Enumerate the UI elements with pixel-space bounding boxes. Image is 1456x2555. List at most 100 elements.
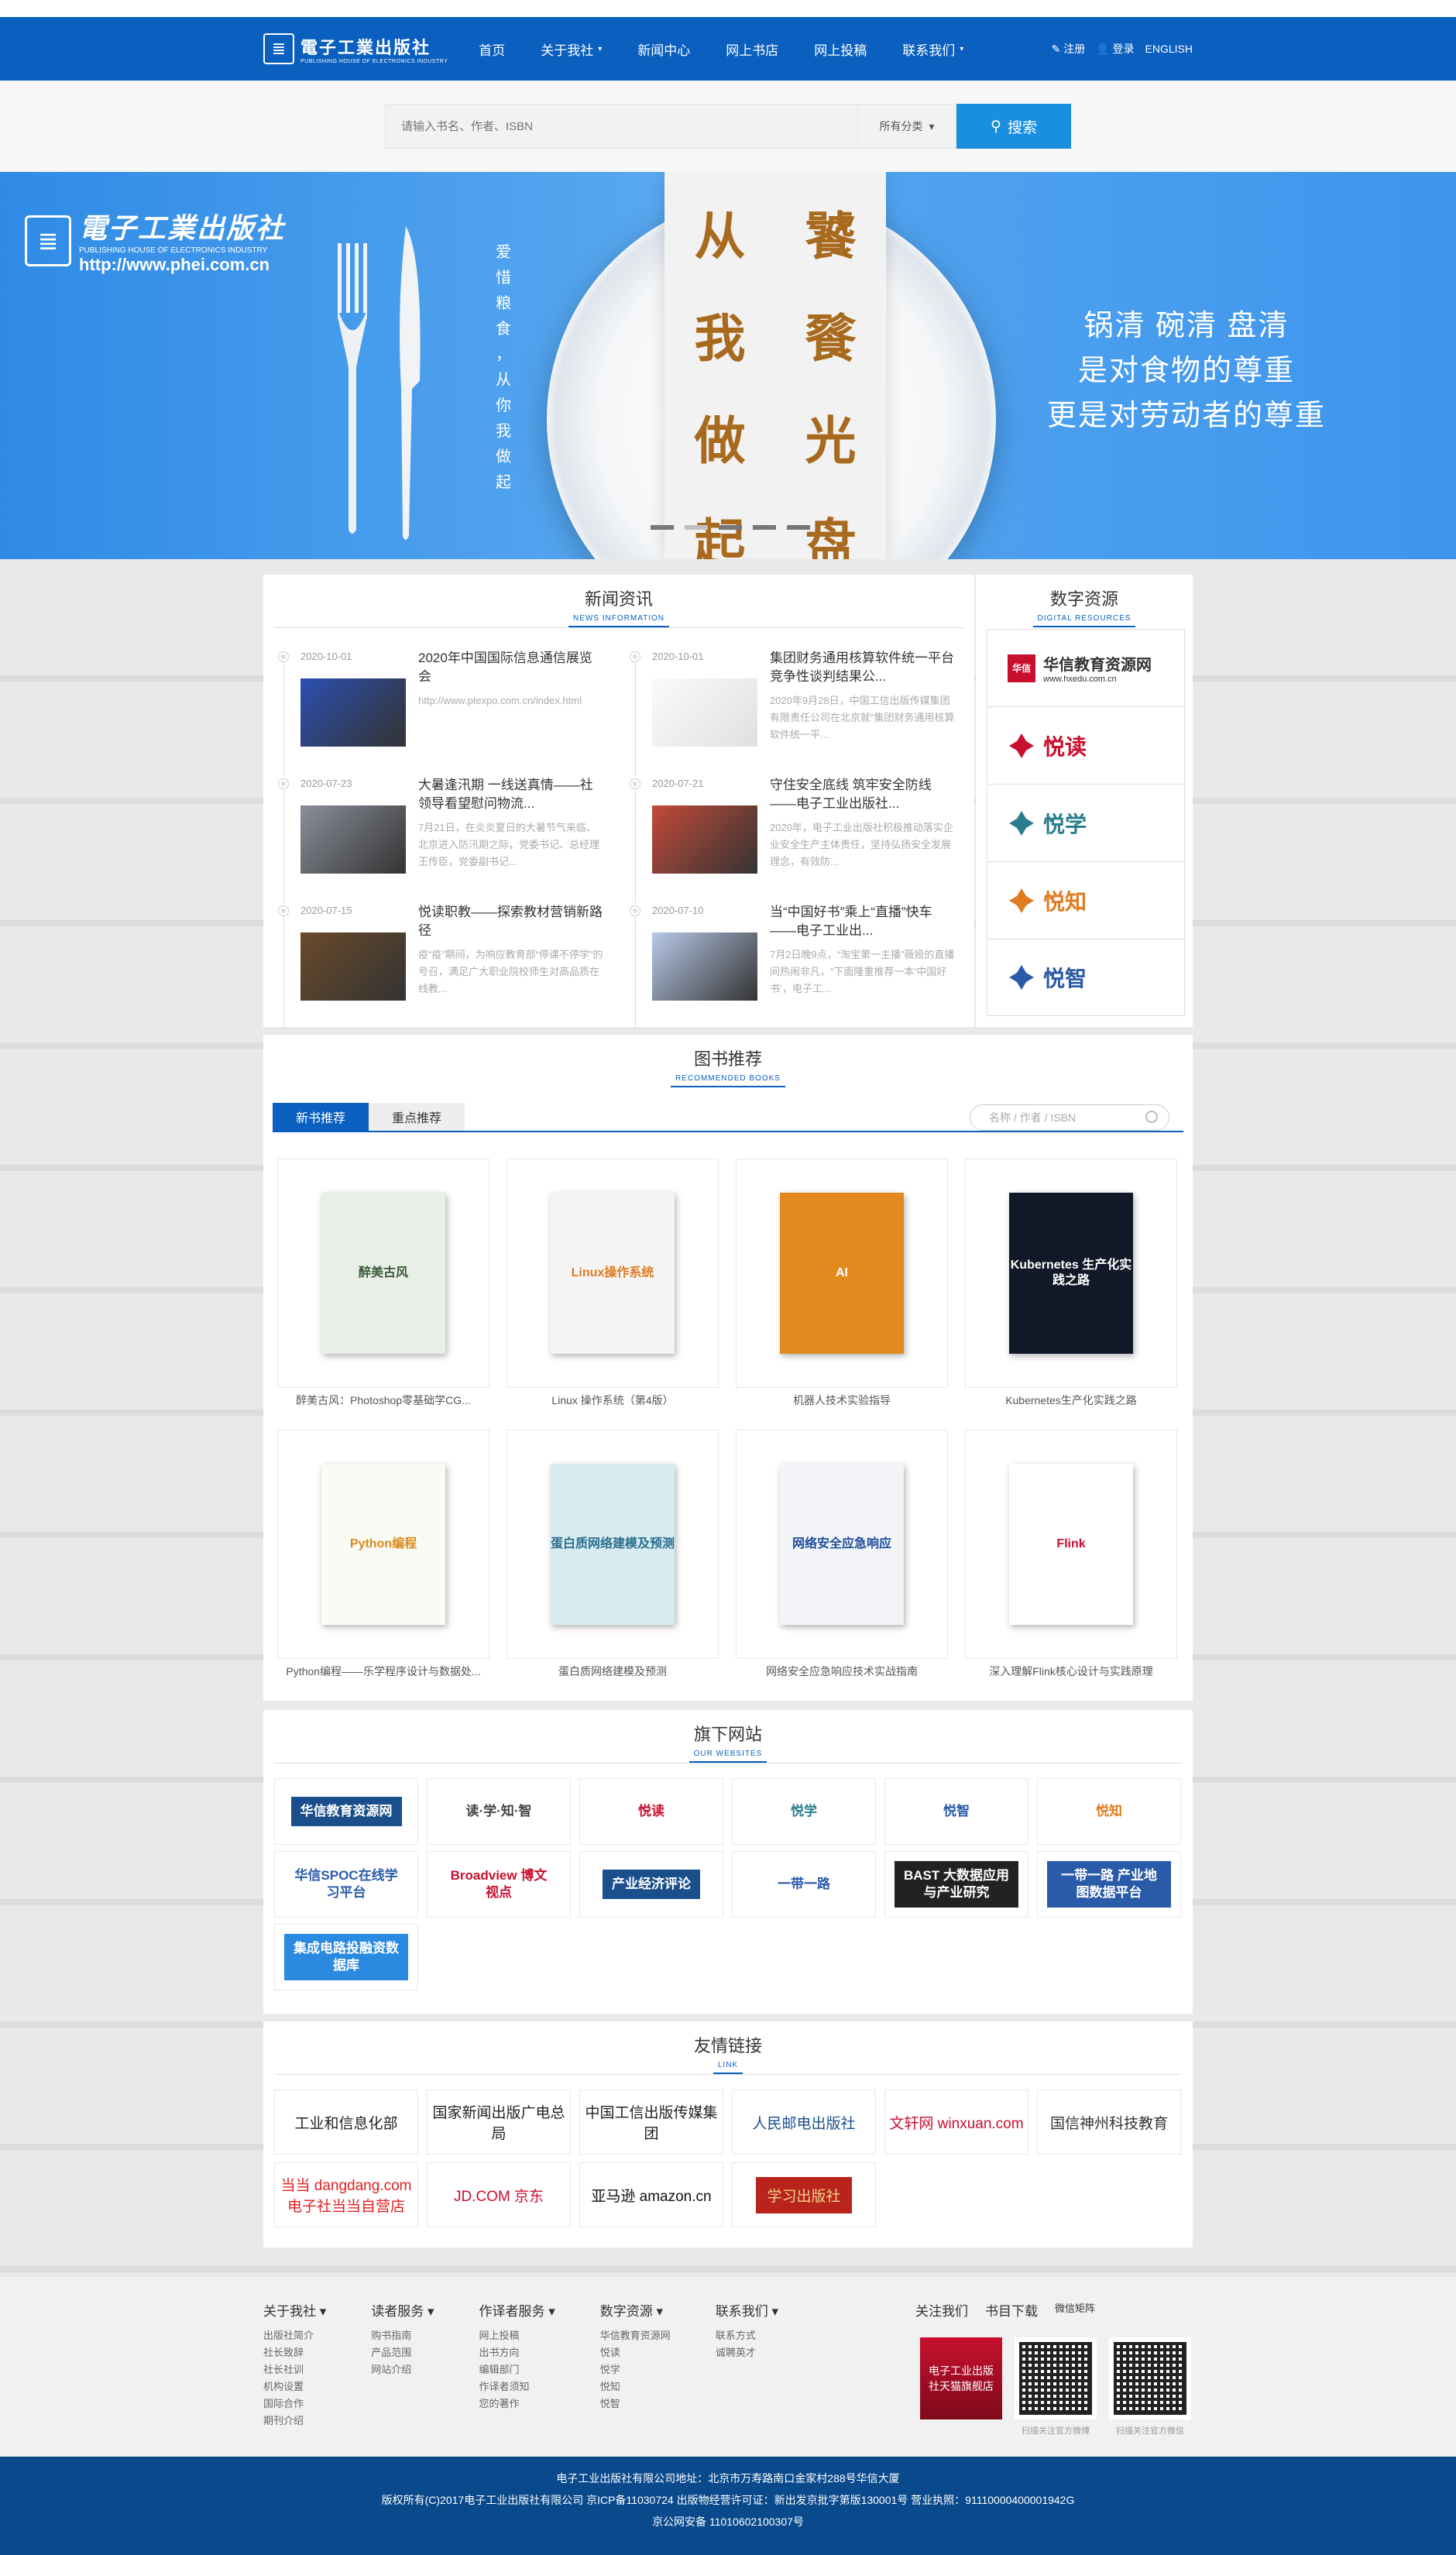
footer-link[interactable]: 网站介绍 — [371, 2361, 434, 2378]
slide-dot[interactable] — [719, 525, 742, 530]
news-thumbnail[interactable] — [652, 805, 757, 874]
book-title[interactable]: Linux 操作系统（第4版） — [507, 1388, 719, 1413]
site-link[interactable]: 读·学·知·智 — [427, 1778, 571, 1845]
footer-link[interactable]: 诚聘英才 — [716, 2344, 778, 2361]
footer-link[interactable]: 编辑部门 — [479, 2361, 555, 2378]
news-thumbnail[interactable] — [300, 805, 406, 874]
book-card[interactable]: Python编程 Python编程——乐学程序设计与数据处... — [277, 1430, 489, 1684]
digital-item[interactable]: 悦读 — [987, 706, 1185, 784]
book-title[interactable]: 醉美古风：Photoshop零基础学CG... — [277, 1388, 489, 1413]
book-card[interactable]: Linux操作系统 Linux 操作系统（第4版） — [507, 1159, 719, 1413]
nav-item-4[interactable]: 网上投稿 — [814, 39, 867, 59]
friend-link[interactable]: 国家新闻出版广电总局 — [427, 2090, 571, 2155]
book-card[interactable]: Flink 深入理解Flink核心设计与实践原理 — [965, 1430, 1177, 1684]
footer-link[interactable]: 悦学 — [600, 2361, 671, 2378]
nav-item-1[interactable]: 关于我社 ▾ — [541, 39, 602, 59]
footer-column-title[interactable]: 数字资源 ▾ — [600, 2300, 671, 2320]
news-item[interactable]: 2020-10-01 集团财务通用核算软件统一平台竞争性谈判结果公... 2020年… — [629, 649, 956, 776]
news-thumbnail[interactable] — [652, 678, 757, 747]
book-cover[interactable]: 网络安全应急响应 — [780, 1464, 904, 1625]
book-cover[interactable]: Python编程 — [321, 1464, 445, 1625]
news-title[interactable]: 集团财务通用核算软件统一平台竞争性谈判结果公... — [770, 649, 956, 686]
digital-item[interactable]: 悦知 — [987, 861, 1185, 939]
footer-column-title[interactable]: 作译者服务 ▾ — [479, 2300, 555, 2320]
friend-link[interactable]: 工业和信息化部 — [274, 2090, 418, 2155]
site-link[interactable]: 悦智 — [884, 1778, 1028, 1845]
site-link[interactable]: BAST 大数据应用与产业研究 — [884, 1851, 1028, 1918]
book-cover[interactable]: Linux操作系统 — [551, 1193, 675, 1354]
friend-link[interactable]: 文轩网 winxuan.com — [884, 2090, 1028, 2155]
slide-dot[interactable] — [753, 525, 776, 530]
book-card[interactable]: 醉美古风 醉美古风：Photoshop零基础学CG... — [277, 1159, 489, 1413]
site-link[interactable]: 一带一路 产业地图数据平台 — [1037, 1851, 1181, 1918]
footer-link[interactable]: 网上投稿 — [479, 2327, 555, 2344]
news-item[interactable]: 2020-07-15 悦读职教——探索教材营销新路径 疫“疫”期间，为响应教育部“停… — [277, 903, 604, 1030]
book-card[interactable]: 网络安全应急响应网络安全应急响应技术实战指南 — [736, 1430, 948, 1684]
search-button[interactable]: ⚲ 搜索 — [956, 104, 1071, 149]
friend-link[interactable]: 中国工信出版传媒集团 — [579, 2090, 723, 2155]
book-title[interactable]: 网络安全应急响应技术实战指南 — [736, 1659, 948, 1684]
nav-item-5[interactable]: 联系我们 ▾ — [902, 39, 963, 59]
digital-item[interactable]: 悦学 — [987, 784, 1185, 861]
site-link[interactable]: Broadview 博文视点 — [427, 1851, 571, 1918]
book-title[interactable]: 蛋白质网络建模及预测 — [507, 1659, 719, 1684]
login-link[interactable]: 👤 登录 — [1096, 41, 1134, 57]
book-cover[interactable]: AI — [780, 1193, 904, 1354]
tab-book-0[interactable]: 新书推荐 — [273, 1103, 369, 1131]
footer-link[interactable]: 悦知 — [600, 2378, 671, 2395]
footer-link[interactable]: 购书指南 — [371, 2327, 434, 2344]
book-card[interactable]: AI 机器人技术实验指导 — [736, 1159, 948, 1413]
footer-link[interactable]: 联系方式 — [716, 2327, 778, 2344]
footer-column-title[interactable]: 读者服务 ▾ — [371, 2300, 434, 2320]
search-input[interactable] — [385, 104, 857, 149]
search-icon[interactable] — [1145, 1111, 1158, 1123]
news-title[interactable]: 悦读职教——探索教材营销新路径 — [418, 903, 604, 940]
footer-link[interactable]: 您的著作 — [479, 2395, 555, 2412]
news-item[interactable]: 2020-07-23 大暑逢汛期 一线送真情——社领导看望慰问物流... 7月21日… — [277, 776, 604, 903]
book-cover[interactable]: Flink — [1009, 1464, 1133, 1625]
register-link[interactable]: ✎ 注册 — [1052, 41, 1086, 57]
book-search-input[interactable]: 名称 / 作者 / ISBN — [970, 1104, 1169, 1131]
slide-dot[interactable] — [685, 525, 708, 530]
site-link[interactable]: 悦学 — [732, 1778, 876, 1845]
site-link[interactable]: 悦知 — [1037, 1778, 1181, 1845]
news-thumbnail[interactable] — [300, 932, 406, 1001]
footer-column-title[interactable]: 联系我们 ▾ — [716, 2300, 778, 2320]
book-title[interactable]: Python编程——乐学程序设计与数据处... — [277, 1659, 489, 1684]
book-title[interactable]: 机器人技术实验指导 — [736, 1388, 948, 1413]
news-thumbnail[interactable] — [300, 678, 406, 747]
footer-link[interactable]: 出书方向 — [479, 2344, 555, 2361]
nav-item-2[interactable]: 新闻中心 — [637, 39, 690, 59]
friend-link[interactable]: 学习出版社 — [732, 2162, 876, 2227]
slide-dot[interactable] — [787, 525, 810, 530]
news-item[interactable]: 2020-07-21 守住安全底线 筑牢安全防线——电子工业出版社... 2020年… — [629, 776, 956, 903]
footer-link[interactable]: 产品范围 — [371, 2344, 434, 2361]
nav-item-0[interactable]: 首页 — [479, 39, 505, 59]
site-link[interactable]: 集成电路投融资数据库 — [274, 1924, 418, 1990]
hero-banner[interactable]: ≣ 電子工業出版社 PUBLISHING HOUSE OF ELECTRONIC… — [0, 172, 1456, 559]
tab-book-1[interactable]: 重点推荐 — [369, 1103, 465, 1131]
footer-link[interactable]: 社长社训 — [263, 2361, 326, 2378]
friend-link[interactable]: JD.COM 京东 — [427, 2162, 571, 2227]
footer-link[interactable]: 作译者须知 — [479, 2378, 555, 2395]
book-download-link[interactable]: 书目下载 — [985, 2300, 1038, 2320]
footer-link[interactable]: 期刊介绍 — [263, 2412, 326, 2430]
weixin-matrix-link[interactable]: 微信矩阵 — [1055, 2300, 1095, 2320]
news-item[interactable]: 2020-07-10 当“中国好书”乘上“直播”快车——电子工业出... 7月2日晚… — [629, 903, 956, 1030]
footer-link[interactable]: 悦智 — [600, 2395, 671, 2412]
digital-item[interactable]: 悦智 — [987, 939, 1185, 1016]
site-link[interactable]: 产业经济评论 — [579, 1851, 723, 1918]
news-title[interactable]: 守住安全底线 筑牢安全防线——电子工业出版社... — [770, 776, 956, 813]
footer-link[interactable]: 出版社简介 — [263, 2327, 326, 2344]
book-card[interactable]: 蛋白质网络建模及预测 蛋白质网络建模及预测 — [507, 1430, 719, 1684]
news-item[interactable]: 2020-10-01 2020年中国国际信息通信展览会 http://www.pte… — [277, 649, 604, 776]
english-link[interactable]: ENGLISH — [1145, 43, 1193, 55]
footer-link[interactable]: 国际合作 — [263, 2395, 326, 2412]
footer-link[interactable]: 机构设置 — [263, 2378, 326, 2395]
site-link[interactable]: 华信SPOC在线学习平台 — [274, 1851, 418, 1918]
digital-item[interactable]: 华信 华信教育资源网 www.hxedu.com.cn — [987, 629, 1185, 706]
friend-link[interactable]: 当当 dangdang.com 电子社当当自营店 — [274, 2162, 418, 2227]
book-cover[interactable]: Kubernetes 生产化实践之路 — [1009, 1193, 1133, 1354]
book-cover[interactable]: 蛋白质网络建模及预测 — [551, 1464, 675, 1625]
footer-link[interactable]: 社长致辞 — [263, 2344, 326, 2361]
